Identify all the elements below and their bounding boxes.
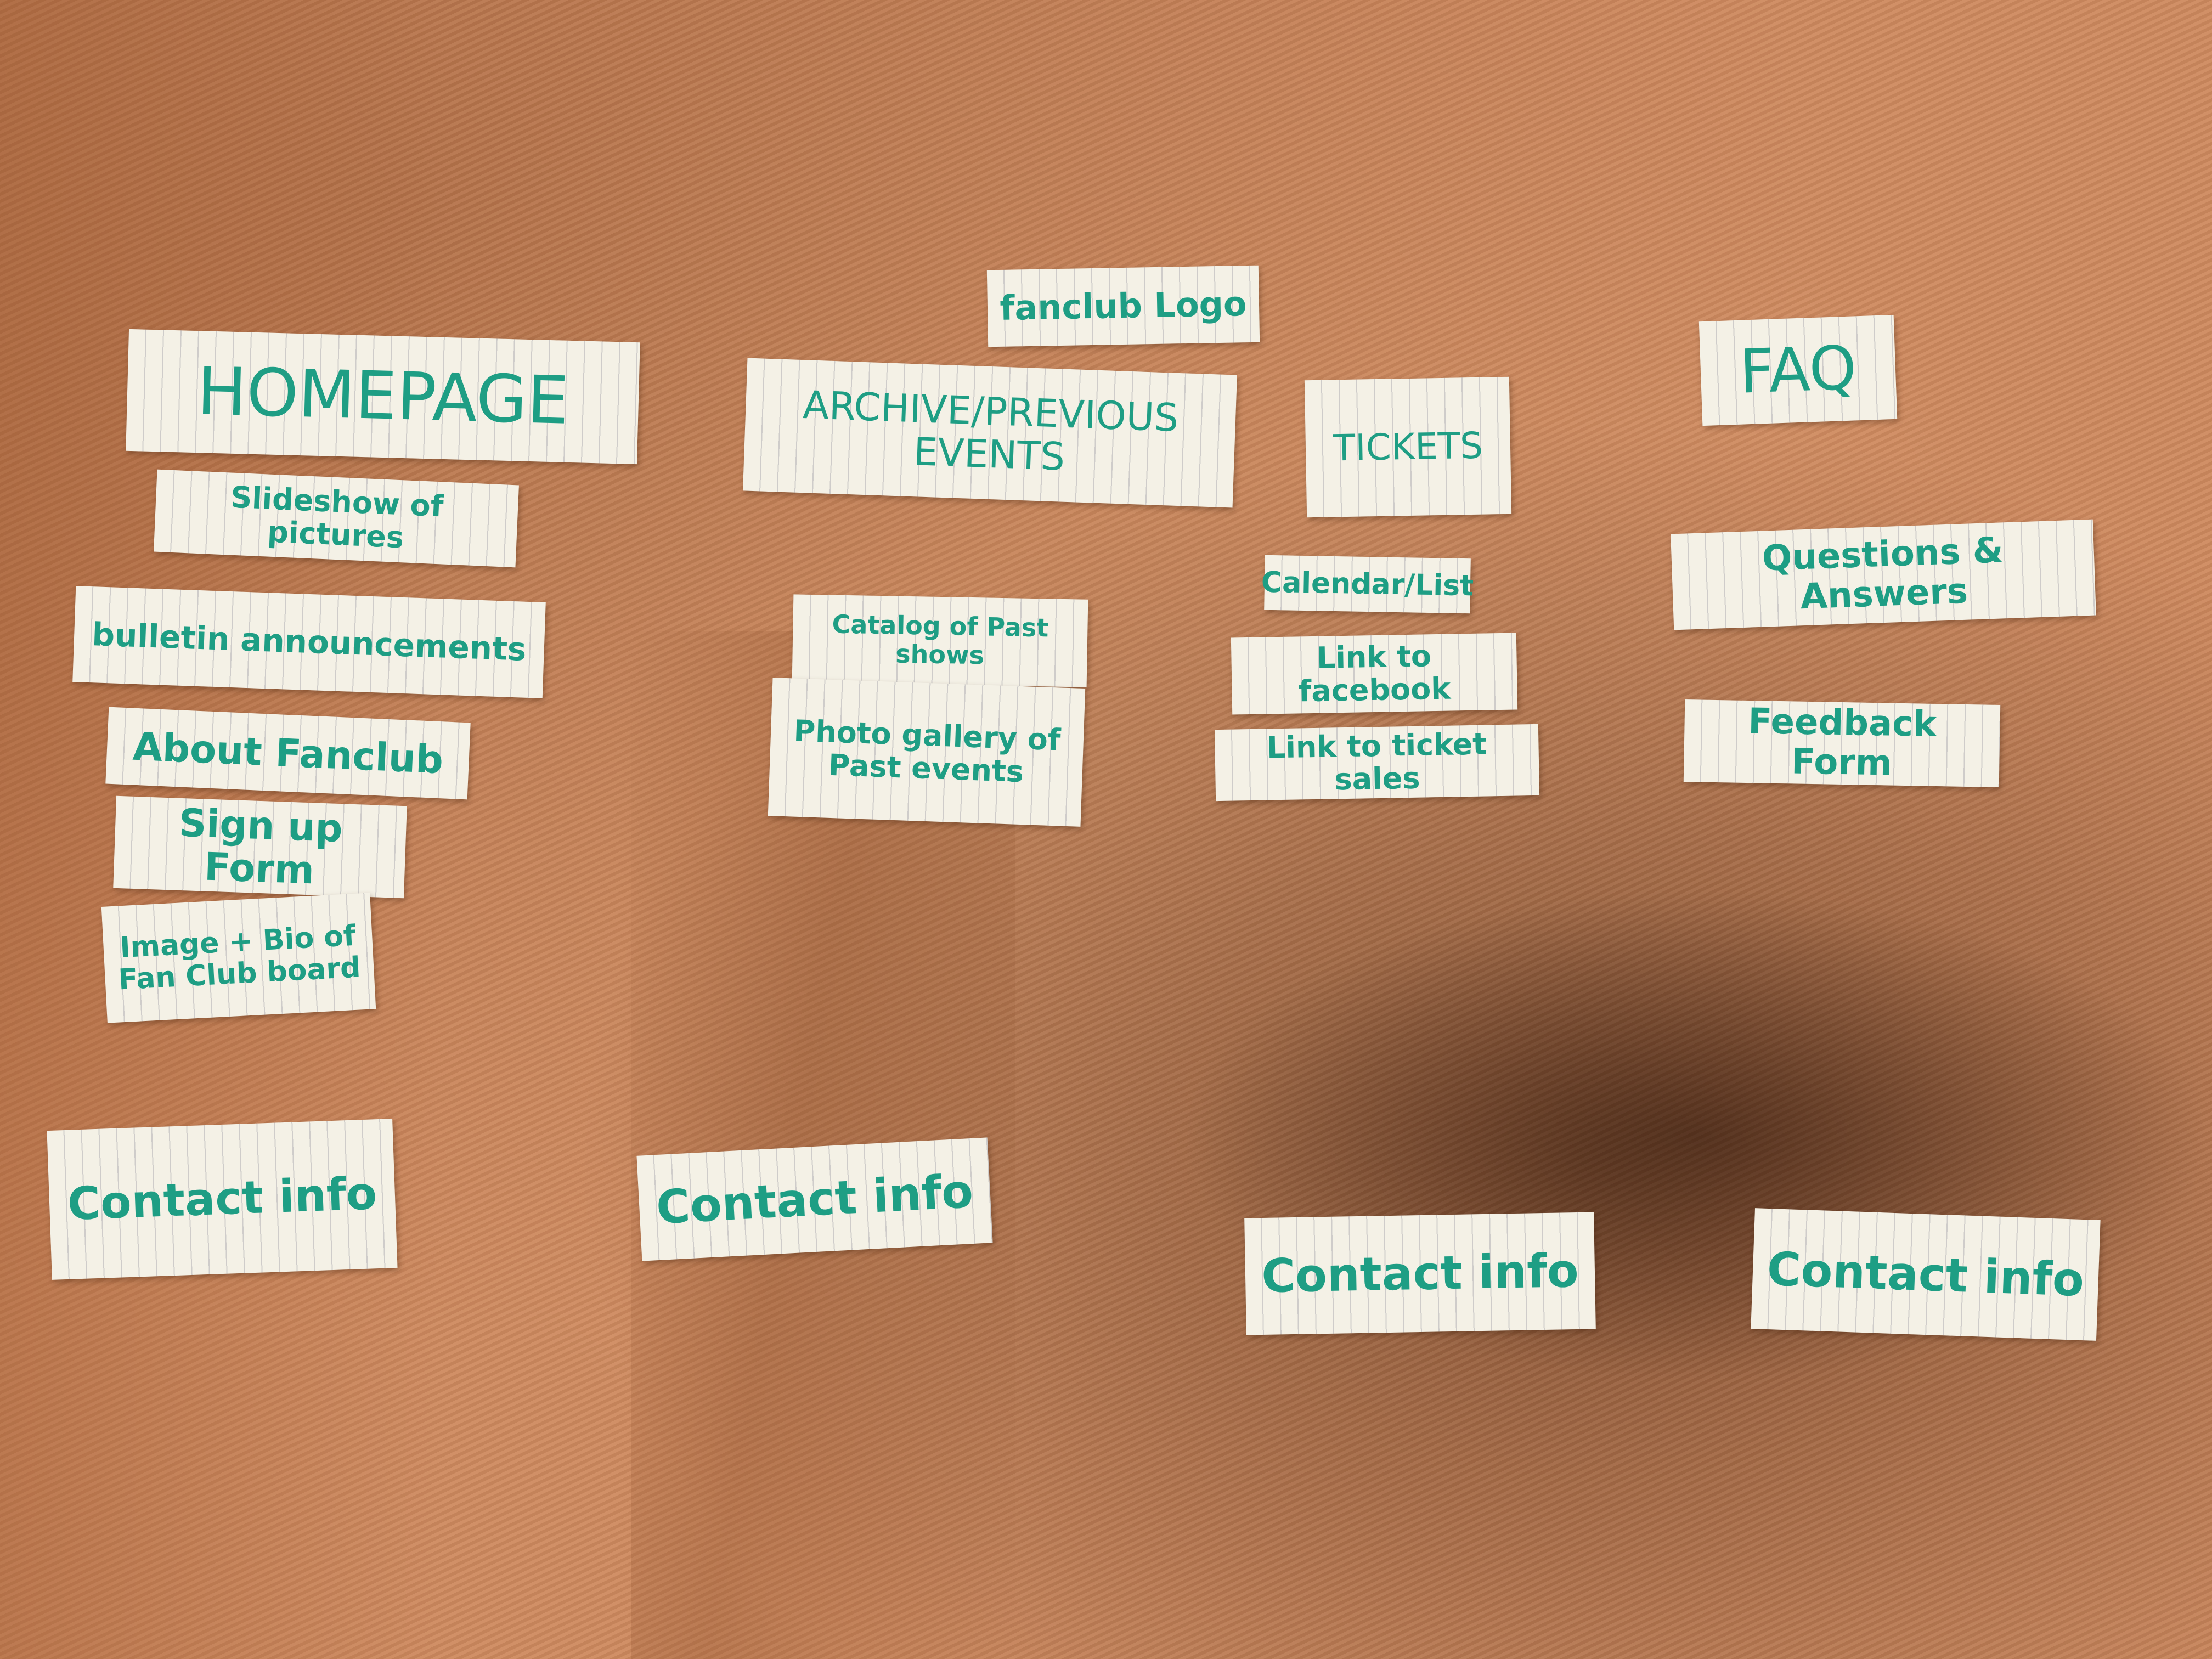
tickets-contact-card: Contact info — [1244, 1212, 1596, 1335]
homepage-heading: HOMEPAGE — [196, 353, 570, 439]
tickets-item-label: Link to ticket sales — [1266, 726, 1487, 797]
archive-item-card: Catalog of Past shows — [792, 594, 1088, 687]
archive-item-label: Photo gallery of Past events — [793, 713, 1062, 789]
faq-item-card: Feedback Form — [1683, 699, 2001, 788]
homepage-item-label: Sign up Form — [178, 800, 344, 893]
faq-contact-label: Contact info — [1766, 1242, 2085, 1307]
archive-contact-card: Contact info — [636, 1137, 993, 1261]
homepage-item-card: Slideshow of pictures — [154, 469, 519, 568]
fanclub-logo-label: fanclub Logo — [999, 284, 1248, 329]
tickets-item-card: Link to ticket sales — [1214, 724, 1540, 802]
homepage-item-card: Image + Bio of Fan Club board — [101, 893, 376, 1023]
faq-item-label: Feedback Form — [1747, 701, 1937, 784]
archive-contact-label: Contact info — [654, 1164, 975, 1235]
faq-item-card: Questions & Answers — [1671, 519, 2096, 630]
fabric-background: fanclub Logo HOMEPAGE Slideshow of pictu… — [0, 0, 2212, 1659]
archive-item-label: Catalog of Past shows — [832, 610, 1049, 670]
fanclub-logo-card: fanclub Logo — [986, 265, 1260, 347]
tickets-contact-label: Contact info — [1261, 1244, 1579, 1304]
homepage-item-label: Image + Bio of Fan Club board — [117, 919, 362, 997]
archive-heading: ARCHIVE/PREVIOUS EVENTS — [802, 382, 1180, 479]
faq-contact-card: Contact info — [1751, 1208, 2101, 1341]
homepage-item-label: About Fanclub — [132, 724, 444, 783]
homepage-contact-label: Contact info — [66, 1167, 378, 1231]
tickets-item-card: Calendar/List — [1261, 555, 1474, 614]
tickets-heading: TICKETS — [1333, 424, 1483, 470]
homepage-item-card: bulletin announcements — [72, 586, 546, 698]
homepage-item-card: About Fanclub — [105, 707, 471, 800]
tickets-item-card: Link to facebook — [1231, 633, 1518, 715]
tickets-item-label: Calendar/List — [1261, 566, 1474, 603]
homepage-item-label: Slideshow of pictures — [230, 479, 444, 555]
tickets-item-label: Link to facebook — [1298, 638, 1451, 709]
tickets-heading-card: TICKETS — [1304, 376, 1512, 518]
homepage-heading-card: HOMEPAGE — [126, 329, 640, 465]
archive-heading-card: ARCHIVE/PREVIOUS EVENTS — [743, 358, 1237, 508]
faq-heading-card: FAQ — [1699, 314, 1898, 426]
homepage-item-card: Sign up Form — [113, 795, 407, 899]
homepage-item-label: bulletin announcements — [91, 616, 527, 668]
archive-item-card: Photo gallery of Past events — [768, 678, 1086, 827]
homepage-contact-card: Contact info — [47, 1119, 398, 1280]
faq-item-label: Questions & Answers — [1761, 530, 2004, 617]
faq-heading: FAQ — [1738, 332, 1858, 408]
